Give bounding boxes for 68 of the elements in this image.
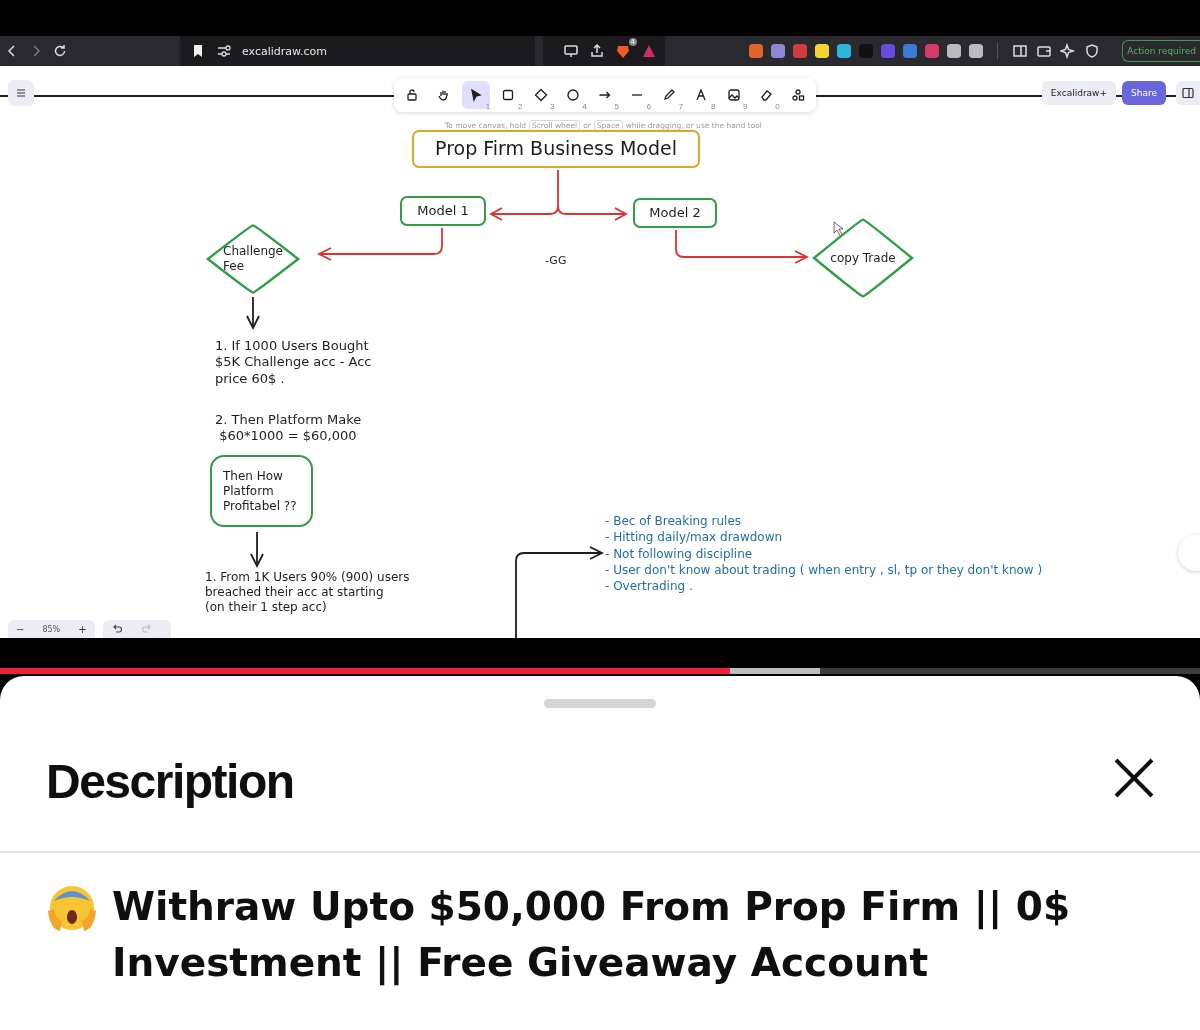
note-line: - User don't know about trading ( when entry , sl, tp or they don't know ): [605, 561, 1043, 579]
action-required-button[interactable]: Action required: [1122, 40, 1200, 62]
diagram-text: -GG: [545, 254, 567, 268]
progress-bar[interactable]: [0, 668, 1200, 674]
wallet-icon[interactable]: [1036, 43, 1052, 59]
line-tool[interactable]: 6: [623, 81, 652, 109]
note-line: - Overtrading .: [605, 578, 694, 595]
sidebar-icon: [1182, 87, 1194, 99]
select-icon: [469, 88, 484, 102]
site-settings-icon[interactable]: [216, 43, 232, 59]
share-button[interactable]: Share: [1122, 81, 1166, 105]
node-label: Model 1: [417, 202, 469, 220]
note-line: - Hitting daily/max drawdown: [605, 529, 784, 546]
extension-icon[interactable]: [815, 44, 829, 58]
pencil-icon: [662, 88, 677, 102]
ellipse-tool[interactable]: 4: [558, 81, 587, 109]
address-bar[interactable]: excalidraw.com: [180, 36, 535, 66]
extension-icon[interactable]: [969, 44, 983, 58]
video-title: Withraw Upto $50,000 From Prop Firm || 0$ Investment || Free Giveaway Account: [112, 883, 1072, 988]
ellipse-icon: [565, 88, 580, 102]
share-icon[interactable]: [589, 43, 605, 59]
zoom-value: 85%: [42, 624, 61, 634]
drag-handle[interactable]: [544, 699, 656, 708]
note-line: - Bec of Breaking rules: [605, 513, 743, 530]
plus-button[interactable]: Excalidraw+: [1041, 81, 1116, 105]
cast-icon[interactable]: [563, 43, 579, 59]
sidebar-icon[interactable]: [1012, 43, 1028, 59]
menu-icon: [15, 87, 27, 99]
menu-button[interactable]: [8, 80, 34, 106]
node-label: copy Trade: [830, 250, 896, 266]
zoom-in-button[interactable]: +: [78, 623, 87, 635]
url-text: excalidraw.com: [242, 44, 327, 58]
arrow: [246, 296, 260, 330]
diagram-text: 2. Then Platform Make $60*1000 = $60,000: [215, 412, 362, 445]
diagram-text: 1. From 1K Users 90% (900) users breached their acc at starting (on their 1 step acc): [205, 570, 410, 615]
text-tool[interactable]: 8: [687, 81, 716, 109]
image-tool[interactable]: 9: [719, 81, 748, 109]
triangle-icon[interactable]: [641, 43, 657, 59]
reload-icon[interactable]: [52, 43, 68, 59]
node-label: Challenge Fee: [223, 244, 283, 274]
extension-icon[interactable]: [947, 44, 961, 58]
shapes-icon: [790, 88, 805, 102]
sidebar-button[interactable]: [1176, 81, 1200, 105]
extension-icon[interactable]: [771, 44, 785, 58]
note-line: - Not following discipline: [605, 545, 754, 562]
node-label: Prop Firm Business Model: [435, 137, 677, 161]
sheet-title: Description: [46, 753, 294, 809]
close-button[interactable]: [1112, 756, 1156, 800]
cursor-icon: [833, 221, 844, 237]
shield-icon[interactable]: [1084, 43, 1100, 59]
select-tool[interactable]: 1: [462, 81, 491, 109]
arrow: [250, 531, 264, 568]
eraser-tool[interactable]: 0: [751, 81, 780, 109]
node-label: Model 2: [649, 204, 701, 222]
rectangle-icon: [501, 88, 516, 102]
extension-icon[interactable]: [749, 44, 763, 58]
diamond-tool[interactable]: 3: [526, 81, 555, 109]
zoom-out-button[interactable]: −: [16, 623, 25, 635]
rectangle-tool[interactable]: 2: [494, 81, 523, 109]
pencil-tool[interactable]: 7: [655, 81, 684, 109]
arrow-tool[interactable]: 5: [590, 81, 619, 109]
sparkle-icon[interactable]: [1060, 43, 1076, 59]
diagram-text: 1. If 1000 Users Bought $5K Challenge acc - Acc price 60$ .: [215, 338, 372, 387]
lock-icon: [405, 88, 419, 102]
image-icon: [726, 88, 741, 102]
diamond-icon: [533, 88, 548, 102]
extension-icon[interactable]: [837, 44, 851, 58]
node-label: Then How Platform Profitabel ??: [223, 468, 297, 514]
